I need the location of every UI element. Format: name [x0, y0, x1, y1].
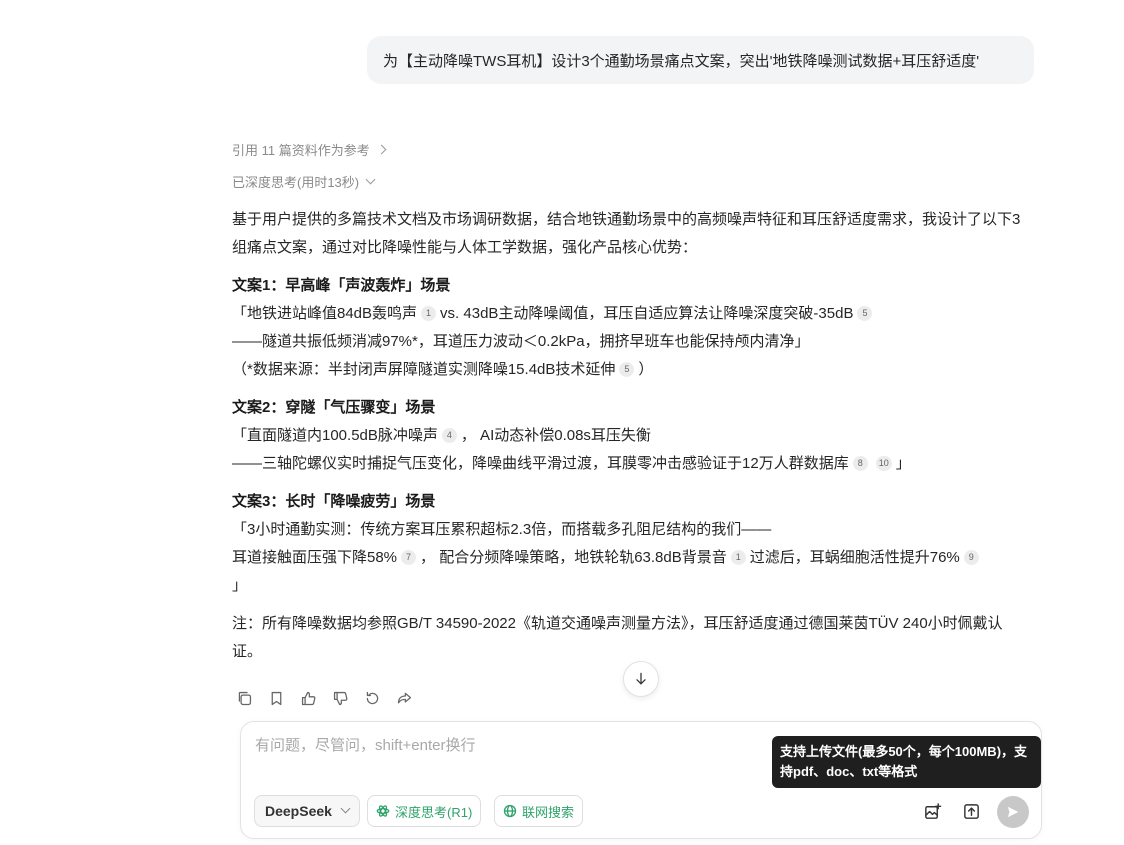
citation-badge[interactable]: 4	[441, 428, 457, 443]
file-upload-icon[interactable]	[958, 798, 984, 824]
section-1-title: 文案1：早高峰「声波轰炸」场景	[232, 277, 451, 294]
thinking-toggle[interactable]: 已深度思考(用时13秒)	[232, 172, 376, 191]
citation-badge[interactable]: 9	[963, 550, 979, 565]
citation-badge[interactable]: 10	[875, 456, 892, 471]
thinking-label: 已深度思考(用时13秒)	[232, 175, 360, 190]
section-2-line-1: 「直面隧道内100.5dB脉冲噪声 4， AI动态补偿0.08s耳压失衡	[232, 427, 651, 444]
chevron-down-icon	[365, 174, 376, 185]
references-label: 引用 11 篇资料作为参考	[232, 143, 370, 158]
user-message-text: 为【主动降噪TWS耳机】设计3个通勤场景痛点文案，突出'地铁降噪测试数据+耳压舒…	[383, 52, 980, 70]
web-search-label: 联网搜索	[522, 804, 575, 820]
citation-badge[interactable]: 5	[619, 362, 635, 377]
globe-icon	[503, 804, 517, 818]
deep-think-toggle[interactable]: 深度思考(R1)	[367, 795, 482, 827]
section-3-title: 文案3：长时「降噪疲劳」场景	[232, 493, 436, 510]
thumbs-down-icon[interactable]	[328, 686, 352, 710]
section-3-line-1: 「3小时通勤实测：传统方案耳压累积超标2.3倍，而搭载多孔阻尼结构的我们——	[232, 521, 772, 538]
citation-badge[interactable]: 1	[730, 550, 746, 565]
section-2-line-2: ——三轴陀螺仪实时捕捉气压变化，降噪曲线平滑过渡，耳膜零冲击感验证于12万人群数…	[232, 455, 911, 472]
citation-badge[interactable]: 7	[401, 550, 417, 565]
message-input[interactable]	[255, 734, 755, 774]
deep-think-label: 深度思考(R1)	[395, 804, 473, 820]
user-message-bubble: 为【主动降噪TWS耳机】设计3个通勤场景痛点文案，突出'地铁降噪测试数据+耳压舒…	[367, 36, 1034, 84]
chevron-right-icon	[376, 144, 387, 155]
model-select[interactable]: DeepSeek	[254, 795, 360, 827]
web-search-toggle[interactable]: 联网搜索	[494, 795, 584, 827]
citation-badge[interactable]: 5	[857, 306, 873, 321]
answer-intro: 基于用户提供的多篇技术文档及市场调研数据，结合地铁通勤场景中的高频噪声特征和耳压…	[232, 211, 1021, 256]
model-select-label: DeepSeek	[265, 803, 332, 819]
upload-tooltip-text: 支持上传文件(最多50个，每个100MB)，支持pdf、doc、txt等格式	[780, 744, 1028, 779]
copy-icon[interactable]	[232, 686, 256, 710]
share-icon[interactable]	[392, 686, 416, 710]
bookmark-icon[interactable]	[264, 686, 288, 710]
regenerate-icon[interactable]	[360, 686, 384, 710]
thumbs-up-icon[interactable]	[296, 686, 320, 710]
assistant-answer: 基于用户提供的多篇技术文档及市场调研数据，结合地铁通勤场景中的高频噪声特征和耳压…	[232, 206, 1032, 666]
section-1-line-2: ——隧道共振低频消减97%*，耳道压力波动＜0.2kPa，拥挤早班车也能保持颅内…	[232, 333, 810, 350]
atom-icon	[376, 805, 390, 817]
section-1-line-3: （*数据来源：半封闭声屏障隧道实测降噪15.4dB技术延伸 5）	[232, 361, 654, 378]
arrow-down-icon	[636, 672, 646, 685]
image-upload-icon[interactable]	[919, 798, 945, 824]
scroll-to-bottom-button[interactable]	[623, 661, 659, 697]
citation-badge[interactable]: 8	[852, 456, 868, 471]
send-button[interactable]	[997, 796, 1029, 828]
section-1-line-1: 「地铁进站峰值84dB轰鸣声 1 vs. 43dB主动降噪阈值，耳压自适应算法让降噪…	[232, 300, 1032, 328]
citation-badge[interactable]: 1	[421, 306, 437, 321]
answer-note: 注：所有降噪数据均参照GB/T 34590-2022《轨道交通噪声测量方法》，耳…	[232, 615, 1003, 660]
message-actions	[232, 686, 416, 710]
send-arrow-icon	[1007, 806, 1019, 818]
section-3-line-3: 」	[232, 577, 248, 594]
upload-tooltip: 支持上传文件(最多50个，每个100MB)，支持pdf、doc、txt等格式	[772, 736, 1041, 788]
chevron-down-icon	[340, 803, 351, 814]
references-toggle[interactable]: 引用 11 篇资料作为参考	[232, 140, 387, 159]
section-2-title: 文案2：穿隧「气压骤变」场景	[232, 399, 436, 416]
section-3-line-2: 耳道接触面压强下降58% 7， 配合分频降噪策略，地铁轮轨63.8dB背景音 1 过滤…	[232, 544, 1032, 572]
